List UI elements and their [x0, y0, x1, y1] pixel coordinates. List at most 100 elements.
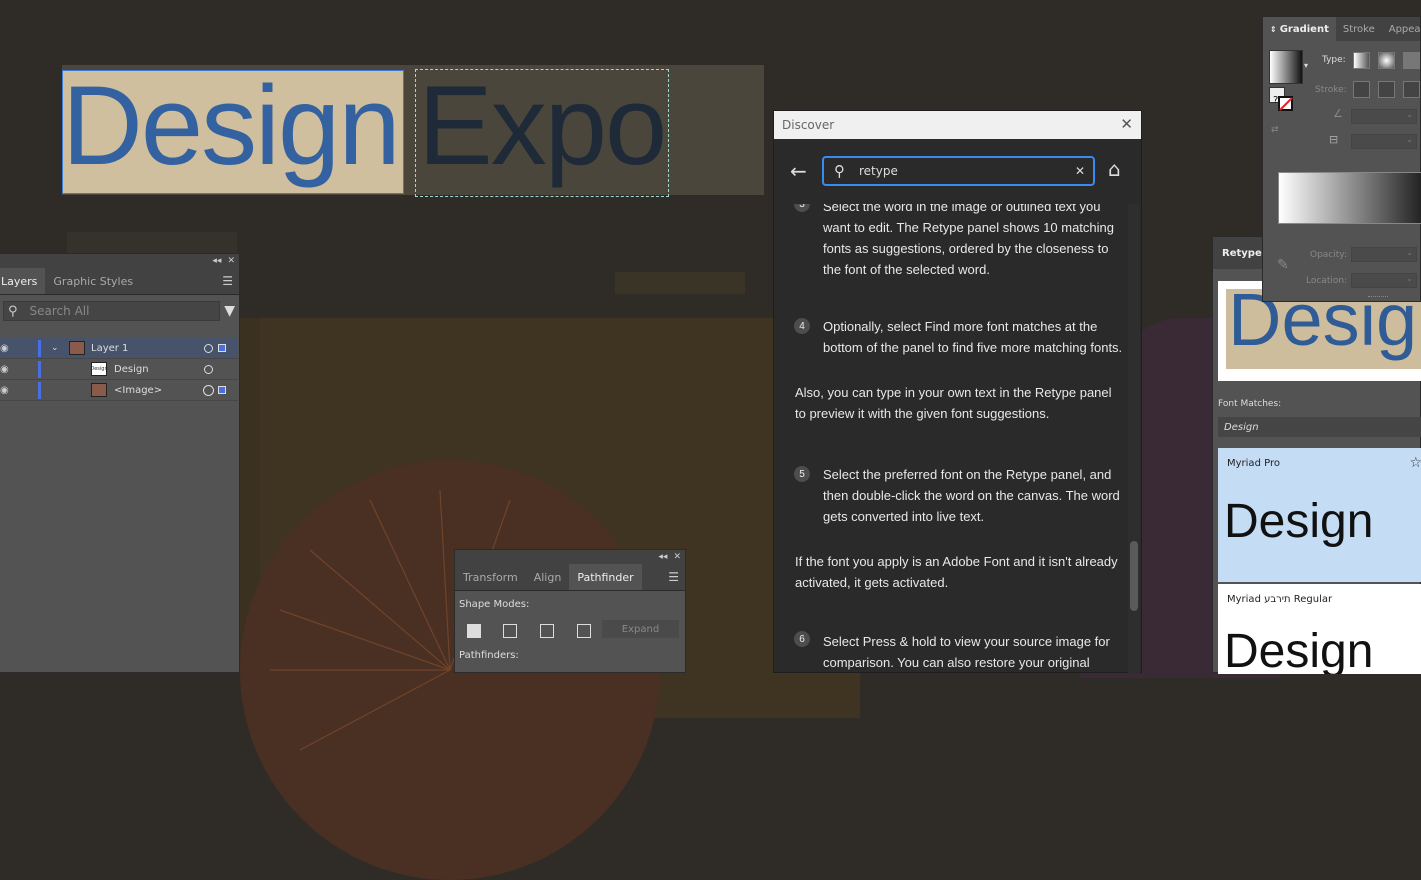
tab-transform[interactable]: Transform	[455, 564, 526, 590]
step-number: 4	[794, 318, 810, 334]
expand-button[interactable]: Expand	[602, 620, 679, 638]
discover-panel: Discover ✕ ← ⚲ retype ✕ ⌂ 3 Select the w…	[773, 110, 1142, 674]
eye-icon[interactable]: ◉	[0, 343, 12, 354]
tab-appearance[interactable]: Appearan	[1382, 17, 1421, 41]
font-matches-label: Font Matches:	[1218, 399, 1282, 409]
search-placeholder: Search All	[29, 304, 90, 318]
layer-color-bar	[38, 361, 41, 378]
radial-gradient-button[interactable]	[1378, 52, 1395, 69]
eyedropper-icon[interactable]: ✎	[1277, 257, 1289, 273]
font-matches-input[interactable]: Design	[1218, 417, 1421, 437]
stroke-within-button[interactable]	[1353, 81, 1370, 98]
collapse-icon[interactable]: ◂◂	[658, 552, 667, 562]
linear-gradient-button[interactable]	[1353, 52, 1370, 69]
gradient-swatch[interactable]	[1269, 50, 1303, 84]
aspect-ratio-field[interactable]: ⌄	[1351, 134, 1417, 149]
angle-icon: ∠	[1333, 107, 1343, 120]
step-text: Optionally, select Find more font matche…	[823, 319, 1123, 355]
layer-color-bar	[38, 340, 41, 357]
search-icon: ⚲	[8, 303, 18, 319]
paragraph: If the font you apply is an Adobe Font a…	[795, 554, 1118, 590]
step-text: Select the preferred font on the Retype …	[823, 467, 1120, 524]
layer-name: Design	[114, 363, 149, 375]
home-icon[interactable]: ⌂	[1108, 157, 1121, 181]
font-card[interactable]: Myriad תירבע Regular Design	[1218, 584, 1421, 674]
tab-layers[interactable]: Layers	[0, 268, 46, 294]
discover-search-bar: ← ⚲ retype ✕ ⌂	[774, 139, 1141, 203]
angle-field[interactable]: ⌄	[1351, 109, 1417, 124]
step-text: Select Press & hold to view your source …	[823, 634, 1110, 670]
stroke-label: Stroke:	[1315, 85, 1347, 95]
scrollbar-thumb[interactable]	[1130, 541, 1138, 611]
back-arrow-icon[interactable]: ←	[790, 159, 807, 183]
star-icon[interactable]: ☆	[1409, 455, 1421, 471]
tab-stroke[interactable]: Stroke	[1336, 17, 1382, 41]
layers-panel: ◂◂ ✕ Layers Graphic Styles ☰ ⚲ Search Al…	[0, 253, 240, 673]
freeform-gradient-button[interactable]	[1403, 52, 1420, 69]
step-number: 6	[794, 631, 810, 647]
opacity-field[interactable]: ⌄	[1351, 247, 1417, 262]
search-icon: ⚲	[834, 162, 845, 180]
target-icon[interactable]	[203, 385, 214, 396]
location-label: Location:	[1306, 276, 1348, 286]
tab-gradient[interactable]: ⇕ Gradient	[1263, 17, 1336, 41]
layers-search-input[interactable]: ⚲ Search All	[3, 301, 221, 321]
target-icon[interactable]	[204, 344, 213, 353]
layer-row[interactable]: ◉ <Image>	[0, 380, 238, 401]
unite-icon[interactable]	[467, 624, 481, 638]
clear-icon[interactable]: ✕	[1075, 164, 1085, 178]
step-text: Select the word in the image or outlined…	[823, 204, 1114, 277]
step-number: 5	[794, 466, 810, 482]
close-icon[interactable]: ✕	[673, 552, 681, 562]
intersect-icon[interactable]	[540, 624, 554, 638]
tab-graphic-styles[interactable]: Graphic Styles	[45, 268, 141, 294]
minus-front-icon[interactable]	[503, 624, 517, 638]
tab-pathfinder[interactable]: Pathfinder	[569, 564, 642, 590]
layer-name: Layer 1	[91, 342, 129, 354]
ghost-bar	[615, 272, 745, 294]
eye-icon[interactable]: ◉	[0, 364, 12, 375]
close-icon[interactable]: ✕	[227, 256, 235, 266]
filter-icon[interactable]: ▼	[224, 303, 235, 319]
font-card-selected[interactable]: Myriad Pro ☆ Design	[1218, 448, 1421, 582]
stroke-across-button[interactable]	[1403, 81, 1420, 98]
stroke-along-button[interactable]	[1378, 81, 1395, 98]
chevron-down-icon[interactable]: ⌄	[51, 343, 59, 353]
opacity-label: Opacity:	[1310, 250, 1347, 260]
discover-search-input[interactable]: ⚲ retype ✕	[822, 156, 1095, 186]
swatch-dropdown-icon[interactable]: ▾	[1304, 61, 1308, 70]
layers-search-row: ⚲ Search All ▼	[3, 301, 235, 321]
type-label: Type:	[1322, 55, 1346, 65]
canvas-word-design[interactable]: Design	[62, 70, 401, 182]
location-field[interactable]: ⌄	[1351, 273, 1417, 288]
layer-row[interactable]: ◉ Design Design	[0, 359, 238, 380]
paragraph: Also, you can type in your own text in t…	[795, 385, 1112, 421]
font-name: Myriad תירבע Regular	[1227, 594, 1333, 605]
selection-indicator[interactable]	[218, 344, 226, 352]
close-icon[interactable]: ✕	[1120, 115, 1133, 133]
tab-align[interactable]: Align	[526, 564, 570, 590]
panel-top-bar: ◂◂ ✕	[455, 550, 685, 564]
pathfinders-label: Pathfinders:	[459, 650, 519, 661]
layer-row[interactable]: ◉ ⌄ Layer 1	[0, 338, 238, 359]
layer-name: <Image>	[114, 384, 163, 396]
search-value: retype	[859, 164, 898, 178]
outlined-text-selection[interactable]	[415, 69, 669, 197]
layer-thumbnail	[69, 341, 85, 355]
panel-menu-icon[interactable]: ☰	[216, 268, 239, 294]
selection-indicator[interactable]	[218, 386, 226, 394]
reverse-icon[interactable]: ⇄	[1271, 125, 1279, 135]
layer-thumbnail	[91, 383, 107, 397]
exclude-icon[interactable]	[577, 624, 591, 638]
layer-color-bar	[38, 382, 41, 399]
font-sample: Design	[1224, 495, 1374, 548]
step-number: 3	[794, 204, 810, 212]
resize-grip[interactable]	[1368, 296, 1388, 300]
panel-menu-icon[interactable]: ☰	[662, 564, 685, 590]
font-name: Myriad Pro	[1227, 458, 1280, 469]
gradient-slider[interactable]	[1278, 172, 1421, 224]
target-icon[interactable]	[204, 365, 213, 374]
discover-content: 3 Select the word in the image or outlin…	[774, 204, 1129, 674]
eye-icon[interactable]: ◉	[0, 385, 12, 396]
collapse-icon[interactable]: ◂◂	[212, 256, 221, 266]
